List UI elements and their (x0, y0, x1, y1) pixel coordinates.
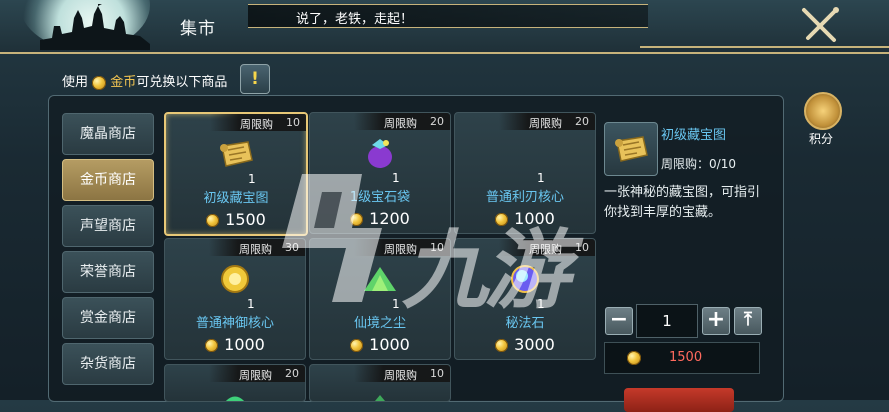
chest-icon (804, 92, 842, 130)
item-price: 1000 (310, 335, 450, 354)
close-icon[interactable] (800, 6, 840, 44)
info-prefix: 使用 (62, 75, 89, 90)
total-price: 1500 (604, 342, 760, 374)
item-price: 1500 (166, 210, 306, 229)
tag-label: 周限购 (384, 369, 417, 382)
sidebar-item-grocery-shop[interactable]: 杂货商店 (62, 343, 154, 385)
tag-label: 周限购 (240, 118, 273, 131)
header-divider (640, 46, 889, 48)
weekly-limit-tag: 周限购 20 (209, 365, 305, 382)
info-currency: 金币 (110, 75, 137, 90)
weekly-limit-tag: 周限购 20 (354, 113, 450, 130)
tag-limit: 10 (286, 116, 300, 129)
item-card[interactable]: 周限购 30 1 普通神御核心 1000 (164, 238, 306, 360)
tag-limit: 10 (575, 241, 589, 254)
quantity-input[interactable]: 1 (636, 304, 698, 338)
item-icon (226, 396, 244, 401)
price-value: 1500 (225, 210, 266, 229)
tag-limit: 30 (285, 241, 299, 254)
gem-bag-icon (368, 139, 392, 168)
announcement-ticker: 说了，老铁，走起！ (248, 4, 648, 28)
currency-info: 使用 金币可兑换以下商品 (62, 71, 227, 90)
weekly-limit-tag: 周限购 10 (354, 365, 450, 382)
treasure-map-icon (220, 141, 253, 167)
sidebar-item-honor-shop[interactable]: 荣誉商店 (62, 251, 154, 293)
price-value: 1000 (369, 335, 410, 354)
ticker-text: 说了，老铁，走起！ (296, 12, 414, 27)
item-card[interactable]: 周限购 10 (309, 364, 451, 402)
gold-coin-icon (350, 339, 364, 352)
price-value: 1000 (224, 335, 265, 354)
detail-limit: 周限购：0/10 (661, 155, 736, 172)
sidebar-item-crystal-shop[interactable]: 魔晶商店 (62, 113, 154, 155)
guard-core-icon (221, 265, 249, 293)
page-title: 集市 (180, 19, 216, 39)
buy-button[interactable] (624, 388, 734, 412)
item-card[interactable]: 周限购 10 1 初级藏宝图 1500 (164, 112, 308, 236)
info-alert-button[interactable]: ! (240, 64, 270, 94)
item-price: 3000 (455, 335, 595, 354)
castle-icon (40, 4, 150, 50)
gold-coin-icon (627, 351, 641, 365)
item-name: 初级藏宝图 (203, 191, 269, 206)
detail-description: 一张神秘的藏宝图，可指引你找到丰厚的宝藏。 (604, 185, 761, 220)
item-qty: 1 (392, 297, 400, 311)
gold-coin-icon (205, 339, 219, 352)
tag-limit: 20 (430, 115, 444, 128)
gold-coin-icon (206, 214, 220, 227)
watermark-text: 九游 (402, 221, 570, 321)
tag-limit: 10 (430, 367, 444, 380)
increase-button[interactable]: + (702, 307, 730, 335)
score-button[interactable]: 积分 (796, 92, 846, 150)
detail-item-name: 初级藏宝图 (661, 128, 727, 143)
weekly-limit-tag: 周限购 30 (209, 239, 305, 256)
item-qty: 1 (392, 171, 400, 185)
score-label: 积分 (808, 132, 833, 146)
tag-limit: 20 (285, 367, 299, 380)
gold-coin-icon (350, 213, 364, 226)
item-name: 普通神御核心 (195, 316, 274, 331)
item-qty: 1 (537, 171, 545, 185)
item-qty: 1 (247, 297, 255, 311)
limit-value: 0/10 (709, 157, 736, 171)
selected-item-icon-frame (604, 122, 658, 176)
sidebar-item-prestige-shop[interactable]: 声望商店 (62, 205, 154, 247)
sidebar-item-gold-shop[interactable]: 金币商店 (62, 159, 154, 201)
tag-limit: 20 (575, 115, 589, 128)
total-value: 1500 (669, 350, 703, 365)
tag-label: 周限购 (239, 369, 272, 382)
item-qty: 1 (248, 172, 256, 186)
max-button[interactable]: ⤒ (734, 307, 762, 335)
tag-label: 周限购 (384, 117, 417, 130)
gold-coin-icon (495, 339, 509, 352)
item-price: 1000 (165, 335, 305, 354)
fairy-dust-icon (364, 267, 396, 291)
gold-coin-icon (92, 75, 107, 90)
tag-label: 周限购 (529, 117, 562, 130)
weekly-limit-tag: 周限购 10 (210, 114, 306, 131)
tag-label: 周限购 (239, 243, 272, 256)
limit-label: 周限购： (661, 157, 710, 171)
item-card[interactable]: 周限购 20 (164, 364, 306, 402)
decrease-button[interactable]: − (605, 307, 633, 335)
sidebar-item-bounty-shop[interactable]: 赏金商店 (62, 297, 154, 339)
treasure-map-icon (615, 136, 648, 162)
info-suffix: 可兑换以下商品 (136, 75, 228, 90)
weekly-limit-tag: 周限购 20 (499, 113, 595, 130)
price-value: 3000 (514, 335, 555, 354)
